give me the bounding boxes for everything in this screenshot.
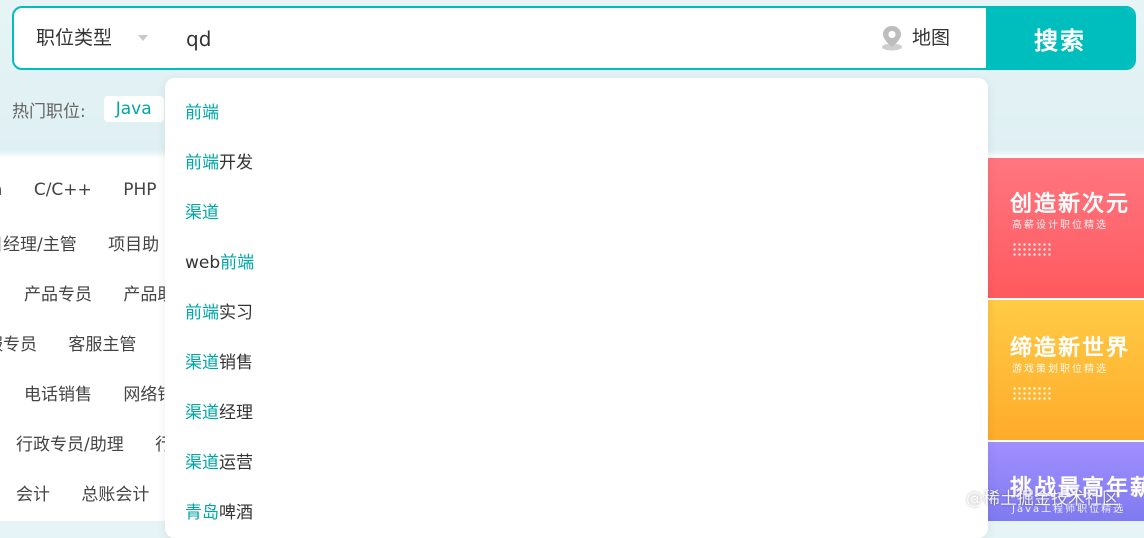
suggestion-item[interactable]: 渠道销售 <box>185 348 253 373</box>
suggestion-item[interactable]: 前端开发 <box>185 148 253 173</box>
category-link[interactable]: 产品助 <box>123 285 165 305</box>
suggestion-rest: 实习 <box>219 303 253 323</box>
hot-jobs-label: 热门职位: <box>12 101 86 122</box>
category-link[interactable]: 电话销售 <box>24 385 92 405</box>
suggestion-rest: 啤酒 <box>219 503 253 523</box>
category-row: 行政专员/助理 行 <box>16 430 165 455</box>
search-button[interactable]: 搜索 <box>986 8 1134 68</box>
category-row: 会计 总账会计 <box>16 480 165 505</box>
suggestion-highlight: 渠道 <box>185 403 219 423</box>
hot-jobs: 热门职位: Java <box>12 94 164 124</box>
suggestion-prefix: web <box>185 253 221 273</box>
search-input[interactable] <box>184 16 848 62</box>
search-suggestions-dropdown: 前端 前端开发 渠道 web前端 前端实习 渠道销售 渠道经理 渠道运营 青岛啤… <box>165 78 988 538</box>
map-label: 地图 <box>912 27 951 49</box>
promo-banners: 创造新次元 高薪设计职位精选 缔造新世界 游戏策划职位精选 挑战最高年薪 Jav… <box>988 158 1144 521</box>
category-link[interactable]: 网络销 <box>123 385 165 405</box>
suggestion-highlight: 渠道 <box>185 353 219 373</box>
category-link[interactable]: 服专员 <box>0 335 37 355</box>
suggestion-item[interactable]: 渠道运营 <box>185 448 253 473</box>
banner-subtitle: 游戏策划职位精选 <box>1012 364 1108 375</box>
category-link[interactable]: 行政专员/助理 <box>16 435 124 455</box>
category-link[interactable]: 总账会计 <box>81 485 149 505</box>
suggestion-item[interactable]: 渠道经理 <box>185 398 253 423</box>
category-link[interactable]: 客服主管 <box>68 335 136 355</box>
category-link[interactable]: a <box>0 180 2 200</box>
category-link[interactable]: PHP <box>123 180 156 200</box>
suggestion-item[interactable]: 前端实习 <box>185 298 253 323</box>
category-row: 服专员 客服主管 <box>0 330 162 355</box>
watermark: @稀土掘金技术社区 <box>966 489 1119 509</box>
suggestion-rest: 销售 <box>219 353 253 373</box>
suggestion-highlight: 渠道 <box>185 203 219 223</box>
suggestion-item[interactable]: 青岛啤酒 <box>185 498 253 523</box>
suggestion-highlight: 前端 <box>185 103 219 123</box>
job-type-label: 职位类型 <box>36 27 113 49</box>
suggestion-rest: 开发 <box>219 153 253 173</box>
banner-title: 缔造新世界 <box>1010 336 1131 361</box>
suggestion-highlight: 青岛 <box>185 503 219 523</box>
category-row: 电话销售 网络销 <box>24 380 165 405</box>
suggestion-rest: 运营 <box>219 453 253 473</box>
promo-banner[interactable]: 缔造新世界 游戏策划职位精选 <box>988 300 1144 440</box>
category-link[interactable]: 目经理/主管 <box>0 235 77 255</box>
banner-title: 创造新次元 <box>1010 192 1131 217</box>
category-row: 产品专员 产品助 <box>24 280 165 305</box>
banner-subtitle: 高薪设计职位精选 <box>1012 220 1108 231</box>
search-bar: 职位类型 地图 搜索 <box>12 6 1136 70</box>
suggestion-item[interactable]: web前端 <box>185 248 254 273</box>
suggestion-item[interactable]: 前端 <box>185 98 219 123</box>
category-link[interactable]: 行 <box>155 435 165 455</box>
suggestion-highlight: 前端 <box>185 303 219 323</box>
location-pin-icon <box>882 26 902 51</box>
suggestion-highlight: 前端 <box>220 253 255 273</box>
category-row: 目经理/主管 项目助 <box>0 230 165 255</box>
category-link[interactable]: C/C++ <box>34 180 92 200</box>
category-link[interactable]: 项目助 <box>108 235 159 255</box>
job-category-panel: a C/C++ PHP 目经理/主管 项目助 产品专员 产品助 服专员 客服主管… <box>0 158 165 521</box>
promo-banner[interactable]: 挑战最高年薪 Java工程师职位精选 <box>988 442 1144 521</box>
promo-banner[interactable]: 创造新次元 高薪设计职位精选 <box>988 158 1144 298</box>
category-link[interactable]: 会计 <box>16 485 50 505</box>
chevron-down-icon[interactable] <box>138 35 148 41</box>
category-link[interactable]: 产品专员 <box>24 285 92 305</box>
job-type-select[interactable]: 职位类型 <box>36 8 112 68</box>
dots-decoration <box>1012 242 1052 256</box>
hot-job-tag[interactable]: Java <box>103 96 164 122</box>
suggestion-highlight: 前端 <box>185 153 219 173</box>
category-row: a C/C++ PHP <box>0 180 165 200</box>
suggestion-rest: 经理 <box>219 403 253 423</box>
suggestion-item[interactable]: 渠道 <box>185 198 219 223</box>
suggestion-highlight: 渠道 <box>185 453 219 473</box>
map-button[interactable]: 地图 <box>880 8 950 68</box>
dots-decoration <box>1012 386 1052 400</box>
